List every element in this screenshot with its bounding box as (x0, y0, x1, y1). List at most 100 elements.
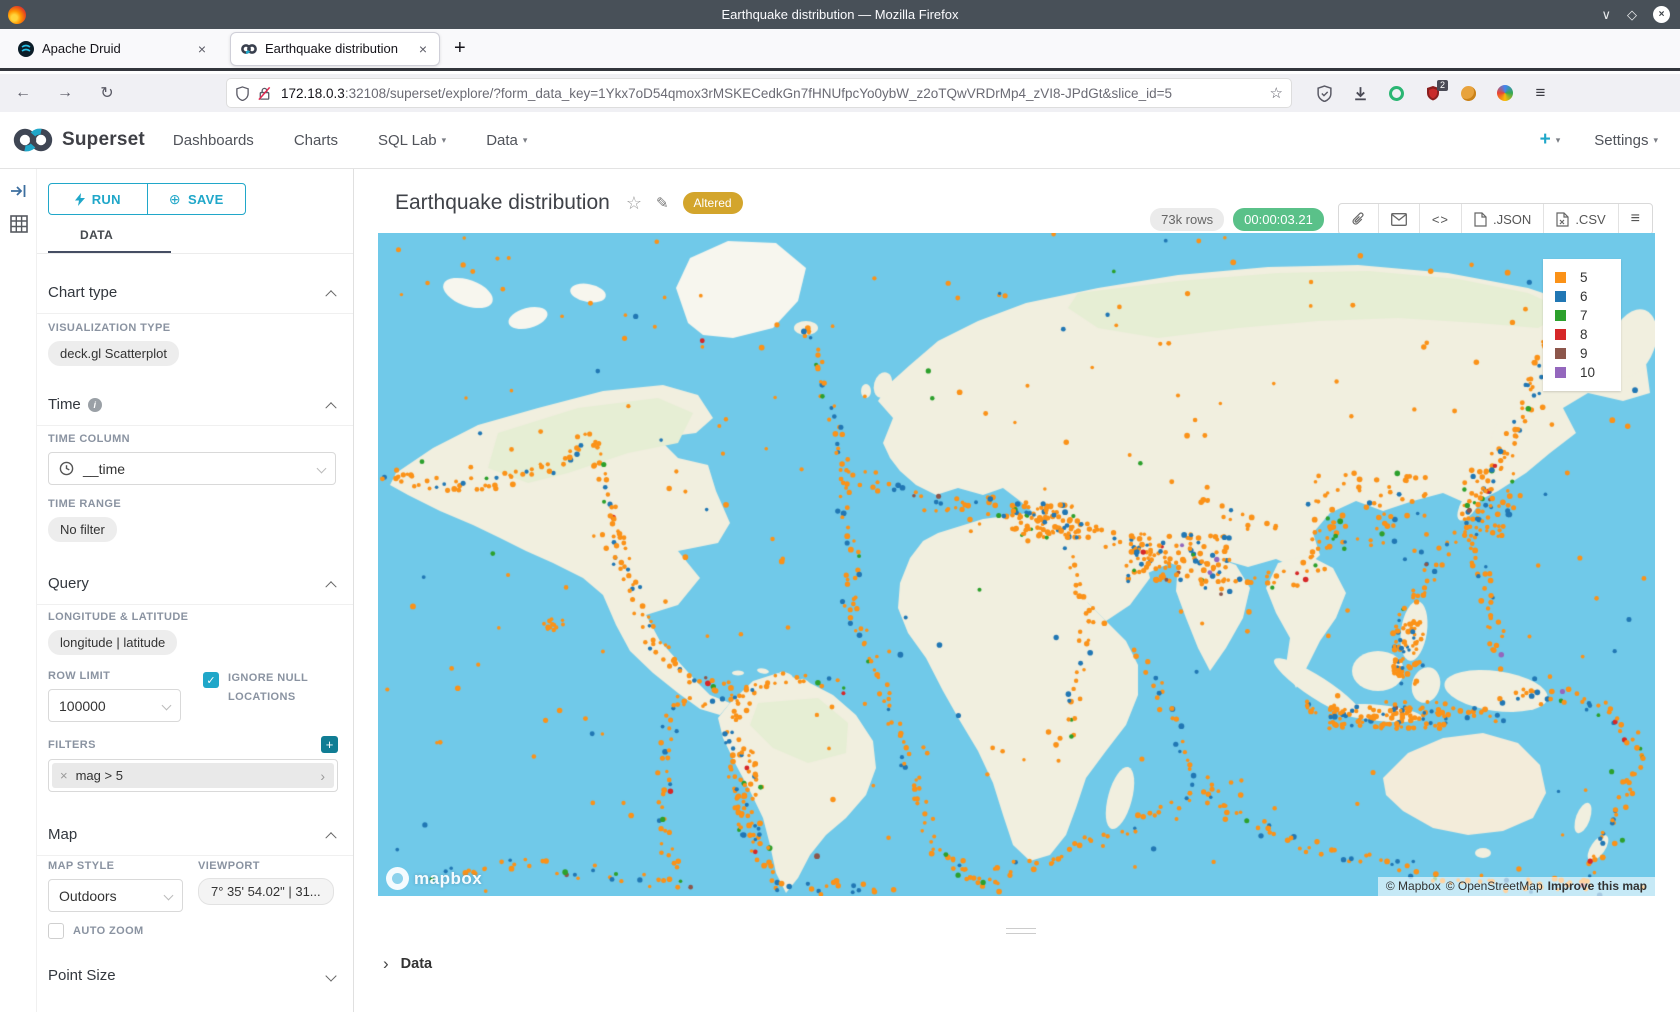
chart-actions-group: <> .JSON .CSV ≡ (1338, 203, 1653, 235)
panel-resize-handle[interactable] (1006, 928, 1036, 938)
legend-item: 5 (1555, 268, 1621, 287)
back-button[interactable]: ← (8, 84, 38, 102)
legend-swatch (1555, 291, 1566, 302)
envelope-icon (1391, 213, 1407, 226)
time-column-select[interactable]: __time (48, 452, 336, 485)
tab-label: Apache Druid (42, 41, 194, 56)
export-csv-button[interactable]: .CSV (1543, 204, 1617, 234)
superset-logo[interactable]: Superset (12, 126, 145, 154)
save-button[interactable]: ⊕ SAVE (147, 184, 246, 214)
nav-data[interactable]: Data▾ (486, 132, 527, 149)
browser-menu-icon[interactable]: ≡ (1532, 85, 1549, 102)
bookmark-star-icon[interactable]: ☆ (1270, 84, 1283, 102)
url-path: :32108/superset/explore/?form_data_key=1… (345, 86, 1264, 101)
tab-close-icon[interactable]: × (415, 39, 431, 59)
forward-button[interactable]: → (50, 84, 80, 102)
grammarly-extension-icon[interactable] (1388, 85, 1405, 102)
remove-filter-icon[interactable]: × (52, 768, 76, 783)
legend-item: 10 (1555, 363, 1621, 382)
refresh-button[interactable]: ↻ (92, 83, 122, 103)
export-json-button[interactable]: .JSON (1461, 204, 1543, 234)
chart-main-area: Earthquake distribution ☆ ✎ Altered 73k … (354, 169, 1680, 1012)
chevron-up-icon (325, 290, 336, 301)
lonlat-value[interactable]: longitude | latitude (48, 630, 177, 655)
time-range-value[interactable]: No filter (48, 517, 117, 542)
osm-attribution[interactable]: © OpenStreetMap (1446, 879, 1543, 893)
chart-menu-button[interactable]: ≡ (1618, 204, 1652, 234)
url-field[interactable]: 172.18.0.3:32108/superset/explore/?form_… (226, 78, 1292, 108)
expand-panel-icon[interactable] (10, 183, 27, 199)
map-legend: 5 6 7 8 9 10 (1543, 259, 1621, 391)
ignore-null-label: IGNORE NULL (228, 672, 308, 684)
nav-charts[interactable]: Charts (294, 132, 338, 149)
viewport-value[interactable]: 7° 35' 54.02" | 31... (198, 878, 334, 905)
auto-zoom-checkbox[interactable] (48, 923, 64, 939)
window-title: Earthquake distribution — Mozilla Firefo… (0, 7, 1680, 22)
favorite-star-icon[interactable]: ☆ (626, 193, 642, 214)
section-chart-type[interactable]: Chart type (48, 284, 353, 301)
row-count-badge: 73k rows (1150, 208, 1224, 231)
embed-code-button[interactable]: <> (1419, 204, 1461, 234)
downloads-icon[interactable] (1352, 85, 1369, 102)
tab-earthquake-distribution[interactable]: Earthquake distribution × (230, 32, 440, 66)
dataset-grid-icon[interactable] (10, 215, 28, 233)
copy-link-button[interactable] (1339, 204, 1378, 234)
ublock-badge: 2 (1437, 80, 1448, 91)
plus-circle-icon: ⊕ (169, 191, 181, 208)
ublock-extension-icon[interactable]: 2 (1424, 85, 1441, 102)
explore-control-panel: RUN ⊕ SAVE DATA Chart type VISUALIZATION… (37, 169, 354, 1012)
legend-item: 9 (1555, 344, 1621, 363)
shield-permissions-icon[interactable] (235, 86, 250, 101)
edit-properties-icon[interactable]: ✎ (656, 194, 669, 212)
browser-tabbar: Apache Druid × Earthquake distribution ×… (0, 29, 1680, 71)
filters-label: FILTERS (48, 739, 96, 751)
map-style-select[interactable]: Outdoors (48, 879, 183, 912)
data-results-collapse[interactable]: › Data (383, 954, 432, 974)
map-attribution: © Mapbox © OpenStreetMap Improve this ma… (1378, 877, 1655, 896)
query-timer-badge: 00:00:03.21 (1233, 208, 1324, 231)
nav-sql-lab[interactable]: SQL Lab▾ (378, 132, 446, 149)
improve-map-link[interactable]: Improve this map (1548, 879, 1647, 893)
ignore-null-checkbox[interactable]: ✓ (203, 672, 219, 688)
legend-item: 6 (1555, 287, 1621, 306)
protections-shield-icon[interactable] (1316, 85, 1333, 102)
new-item-button[interactable]: +▾ (1540, 129, 1561, 151)
settings-menu[interactable]: Settings▾ (1594, 132, 1658, 149)
section-time[interactable]: Timei (48, 396, 353, 413)
chevron-right-icon[interactable]: › (311, 768, 334, 784)
row-limit-select[interactable]: 100000 (48, 689, 181, 722)
section-query[interactable]: Query (48, 575, 353, 592)
filter-value[interactable]: mag > 5 (76, 768, 123, 783)
deckgl-map[interactable]: 5 6 7 8 9 10 mapbox © Mapbox © OpenStree… (378, 233, 1655, 896)
legend-swatch (1555, 348, 1566, 359)
cookie-extension-icon[interactable] (1460, 85, 1477, 102)
new-tab-button[interactable]: + (454, 37, 466, 60)
data-tab[interactable]: DATA (48, 228, 353, 253)
add-filter-button[interactable]: + (321, 736, 338, 753)
tab-close-icon[interactable]: × (194, 39, 210, 59)
section-point-size[interactable]: Point Size (48, 967, 353, 984)
email-button[interactable] (1378, 204, 1419, 234)
chevron-up-icon (325, 402, 336, 413)
altered-badge[interactable]: Altered (683, 192, 743, 214)
paperclip-icon (1351, 212, 1366, 227)
insecure-lock-icon[interactable] (257, 86, 272, 101)
run-button[interactable]: RUN (49, 184, 147, 214)
filter-box[interactable]: × mag > 5 › (48, 759, 338, 792)
lightning-bolt-icon (75, 193, 85, 206)
window-minimize-icon[interactable]: ∨ (1601, 8, 1611, 21)
time-range-label: TIME RANGE (48, 498, 353, 510)
tab-apache-druid[interactable]: Apache Druid × (8, 32, 218, 66)
viz-type-value[interactable]: deck.gl Scatterplot (48, 341, 179, 366)
section-map[interactable]: Map (48, 826, 353, 843)
pinwheel-extension-icon[interactable] (1496, 85, 1513, 102)
window-close-icon[interactable]: × (1653, 6, 1670, 23)
map-canvas[interactable] (378, 233, 1655, 896)
mapbox-attribution[interactable]: © Mapbox (1386, 879, 1441, 893)
auto-zoom-label: AUTO ZOOM (73, 925, 144, 937)
chevron-up-icon (325, 832, 336, 843)
mapbox-logo[interactable]: mapbox (386, 867, 482, 890)
browser-toolbar: ← → ↻ 172.18.0.3:32108/superset/explore/… (0, 74, 1680, 112)
window-maximize-icon[interactable]: ◇ (1627, 8, 1637, 21)
nav-dashboards[interactable]: Dashboards (173, 132, 254, 149)
